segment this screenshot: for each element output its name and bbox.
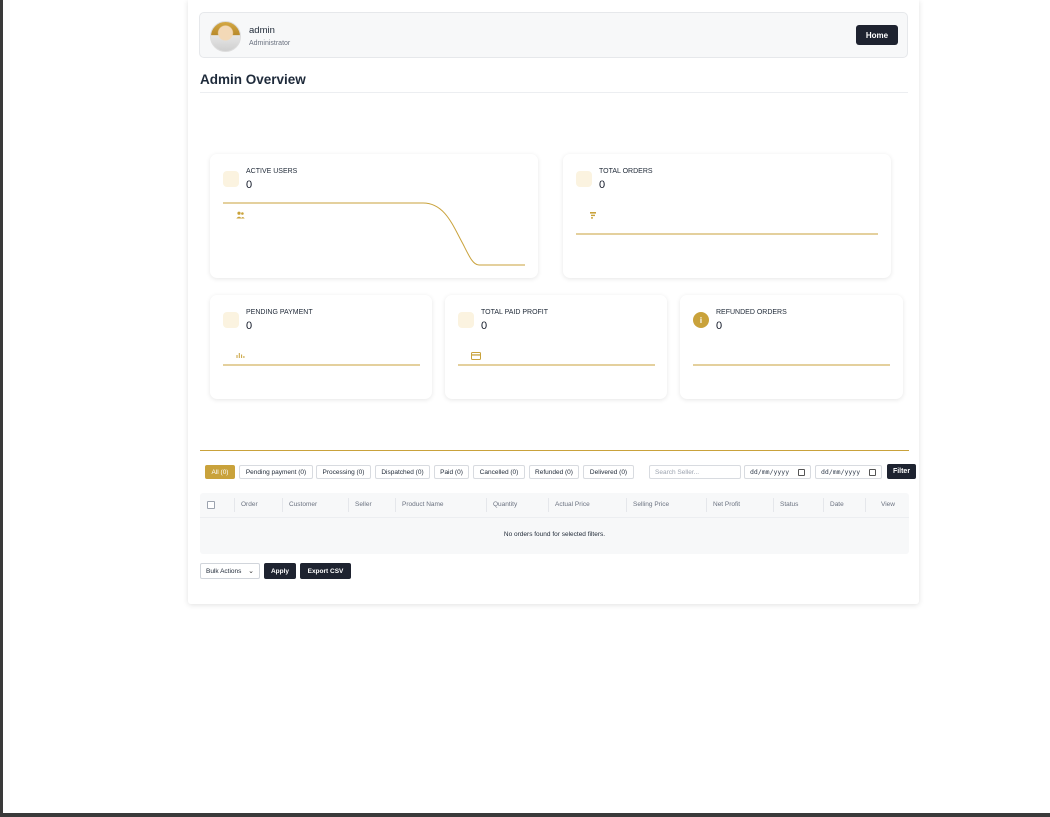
- column-quantity: Quantity: [493, 501, 518, 508]
- stat-value: 0: [246, 179, 253, 191]
- column-separator: [548, 498, 549, 512]
- credit-card-icon: [458, 312, 481, 360]
- column-separator: [773, 498, 774, 512]
- sparkline-pending-payment: [223, 364, 420, 366]
- column-actual-price: Actual Price: [555, 501, 590, 508]
- avatar[interactable]: [210, 21, 241, 52]
- browser-viewport: admin Administrator Home Admin Overview …: [3, 0, 1050, 813]
- column-separator: [486, 498, 487, 512]
- column-separator: [395, 498, 396, 512]
- date-to-value: dd/mm/yyyy: [821, 468, 861, 476]
- page-title: Admin Overview: [200, 72, 306, 87]
- sparkline-total-paid-profit: [458, 364, 655, 366]
- user-role: Administrator: [249, 40, 291, 47]
- search-seller-input[interactable]: Search Seller...: [649, 465, 741, 479]
- select-all-checkbox[interactable]: [207, 501, 215, 509]
- tab-paid[interactable]: Paid (0): [434, 465, 469, 479]
- column-order: Order: [241, 501, 258, 508]
- calendar-icon[interactable]: [869, 468, 876, 476]
- column-status: Status: [780, 501, 799, 508]
- date-to-input[interactable]: dd/mm/yyyy: [815, 465, 882, 479]
- bulk-actions-value: Bulk Actions: [206, 567, 242, 575]
- stat-label: TOTAL PAID PROFIT: [481, 309, 549, 316]
- stat-card-total-paid-profit: TOTAL PAID PROFIT 0: [445, 295, 667, 399]
- column-view: View: [881, 501, 895, 508]
- tab-all[interactable]: All (0): [205, 465, 235, 479]
- chart-bars-icon: [223, 312, 245, 358]
- stat-value: 0: [481, 320, 488, 332]
- tab-dispatched[interactable]: Dispatched (0): [375, 465, 430, 479]
- stat-card-total-orders: TOTAL ORDERS 0: [563, 154, 891, 278]
- column-separator: [823, 498, 824, 512]
- tab-refunded[interactable]: Refunded (0): [529, 465, 579, 479]
- user-header: admin Administrator Home: [199, 12, 908, 58]
- apply-button[interactable]: Apply: [264, 563, 296, 579]
- calendar-icon[interactable]: [798, 468, 805, 476]
- info-icon: i: [693, 312, 709, 328]
- orders-icon: [576, 171, 596, 219]
- table-header: Order Customer Seller Product Name Quant…: [200, 493, 909, 518]
- stat-card-pending-payment: PENDING PAYMENT 0: [210, 295, 432, 399]
- tab-processing[interactable]: Processing (0): [316, 465, 371, 479]
- stat-label: ACTIVE USERS: [246, 168, 298, 175]
- stat-value: 0: [599, 179, 606, 191]
- stat-label: PENDING PAYMENT: [246, 309, 313, 316]
- column-separator: [234, 498, 235, 512]
- column-selling-price: Selling Price: [633, 501, 670, 508]
- chevron-down-icon: ⌄: [248, 568, 254, 575]
- users-icon: [223, 171, 245, 219]
- column-separator: [865, 498, 866, 512]
- column-separator: [282, 498, 283, 512]
- tab-delivered[interactable]: Delivered (0): [583, 465, 634, 479]
- section-divider: [200, 450, 909, 451]
- order-filter-bar: All (0) Pending payment (0) Processing (…: [200, 460, 920, 484]
- tab-pending-payment[interactable]: Pending payment (0): [239, 465, 313, 479]
- stat-label: REFUNDED ORDERS: [716, 309, 787, 316]
- sparkline-total-orders: [576, 233, 878, 235]
- tab-cancelled[interactable]: Cancelled (0): [473, 465, 525, 479]
- filter-button[interactable]: Filter: [887, 464, 916, 479]
- column-separator: [706, 498, 707, 512]
- stat-value: 0: [246, 320, 253, 332]
- column-separator: [348, 498, 349, 512]
- user-name: admin: [249, 25, 275, 36]
- column-date: Date: [830, 501, 844, 508]
- stat-value: 0: [716, 320, 723, 332]
- bulk-actions-select[interactable]: Bulk Actions ⌄: [200, 563, 260, 579]
- column-seller: Seller: [355, 501, 372, 508]
- column-product-name: Product Name: [402, 501, 444, 508]
- date-from-input[interactable]: dd/mm/yyyy: [744, 465, 811, 479]
- admin-panel: admin Administrator Home Admin Overview …: [188, 0, 919, 604]
- stat-label: TOTAL ORDERS: [599, 168, 653, 175]
- column-customer: Customer: [289, 501, 318, 508]
- orders-table: Order Customer Seller Product Name Quant…: [200, 493, 909, 554]
- sparkline-active-users: [223, 202, 525, 266]
- column-net-profit: Net Profit: [713, 501, 741, 508]
- stat-card-active-users: ACTIVE USERS 0: [210, 154, 538, 278]
- export-csv-button[interactable]: Export CSV: [300, 563, 351, 579]
- home-button[interactable]: Home: [856, 25, 898, 45]
- divider: [200, 92, 908, 93]
- date-from-value: dd/mm/yyyy: [750, 468, 790, 476]
- column-separator: [626, 498, 627, 512]
- empty-table-message: No orders found for selected filters.: [503, 531, 606, 538]
- sparkline-refunded-orders: [693, 364, 890, 366]
- stat-card-refunded-orders: i REFUNDED ORDERS 0: [680, 295, 903, 399]
